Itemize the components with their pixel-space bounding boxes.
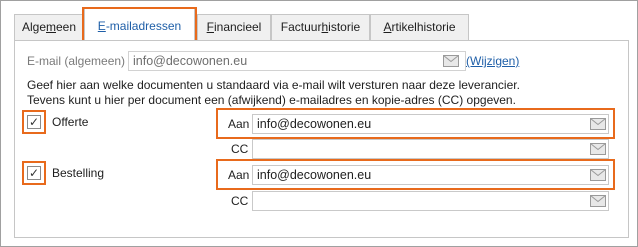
envelope-icon[interactable] [590, 118, 606, 130]
offerte-label: Offerte [52, 115, 89, 129]
envelope-icon[interactable] [590, 169, 606, 181]
offerte-checkbox[interactable]: ✓ [27, 115, 41, 129]
tab-label: rtikelhistorie [391, 20, 456, 34]
tab-label-accesskey: E [97, 19, 106, 33]
bestelling-to-value: info@decowonen.eu [257, 168, 372, 182]
offerte-to-field[interactable]: info@decowonen.eu [252, 114, 609, 134]
description-line-2: Tevens kunt u hier per document een (afw… [27, 93, 516, 107]
tab-label: -mailadressen [105, 19, 182, 33]
tab-financieel[interactable]: Financieel [197, 14, 271, 40]
tab-algemeen[interactable]: Algemeen [14, 14, 84, 40]
tab-factuurhistorie[interactable]: Factuurhistorie [271, 14, 370, 40]
offerte-to-value: info@decowonen.eu [257, 117, 372, 131]
general-email-value: info@decowonen.eu [133, 54, 248, 68]
bestelling-label: Bestelling [52, 166, 105, 180]
envelope-icon[interactable] [590, 143, 606, 155]
bestelling-to-label: Aan [228, 168, 250, 182]
tab-label: Alge [21, 20, 46, 34]
checkmark-icon: ✓ [28, 115, 40, 129]
tab-artikelhistorie[interactable]: Artikelhistorie [370, 14, 469, 40]
tab-label-accesskey: m [46, 20, 56, 34]
tab-label: een [56, 20, 77, 34]
tab-label: Factuur [280, 20, 322, 34]
bestelling-cc-label: CC [231, 194, 249, 208]
general-email-field: info@decowonen.eu [128, 51, 466, 71]
bestelling-to-field[interactable]: info@decowonen.eu [252, 165, 609, 185]
offerte-to-label: Aan [228, 117, 250, 131]
change-email-link[interactable]: (Wijzigen) [466, 54, 519, 68]
general-email-label: E-mail (algemeen) [27, 54, 126, 68]
offerte-cc-label: CC [231, 142, 249, 156]
tab-label-accesskey: F [206, 20, 214, 34]
envelope-icon [443, 55, 459, 67]
tab-e-mailadressen[interactable]: E-mailadressen [84, 8, 195, 41]
checkmark-icon: ✓ [28, 166, 40, 180]
envelope-icon[interactable] [590, 195, 606, 207]
tab-label: istorie [328, 20, 361, 34]
bestelling-cc-field[interactable] [252, 191, 609, 211]
bestelling-checkbox[interactable]: ✓ [27, 166, 41, 180]
description-line-1: Geef hier aan welke documenten u standaa… [27, 78, 520, 92]
offerte-cc-field[interactable] [252, 139, 609, 159]
tab-label: inancieel [213, 20, 262, 34]
